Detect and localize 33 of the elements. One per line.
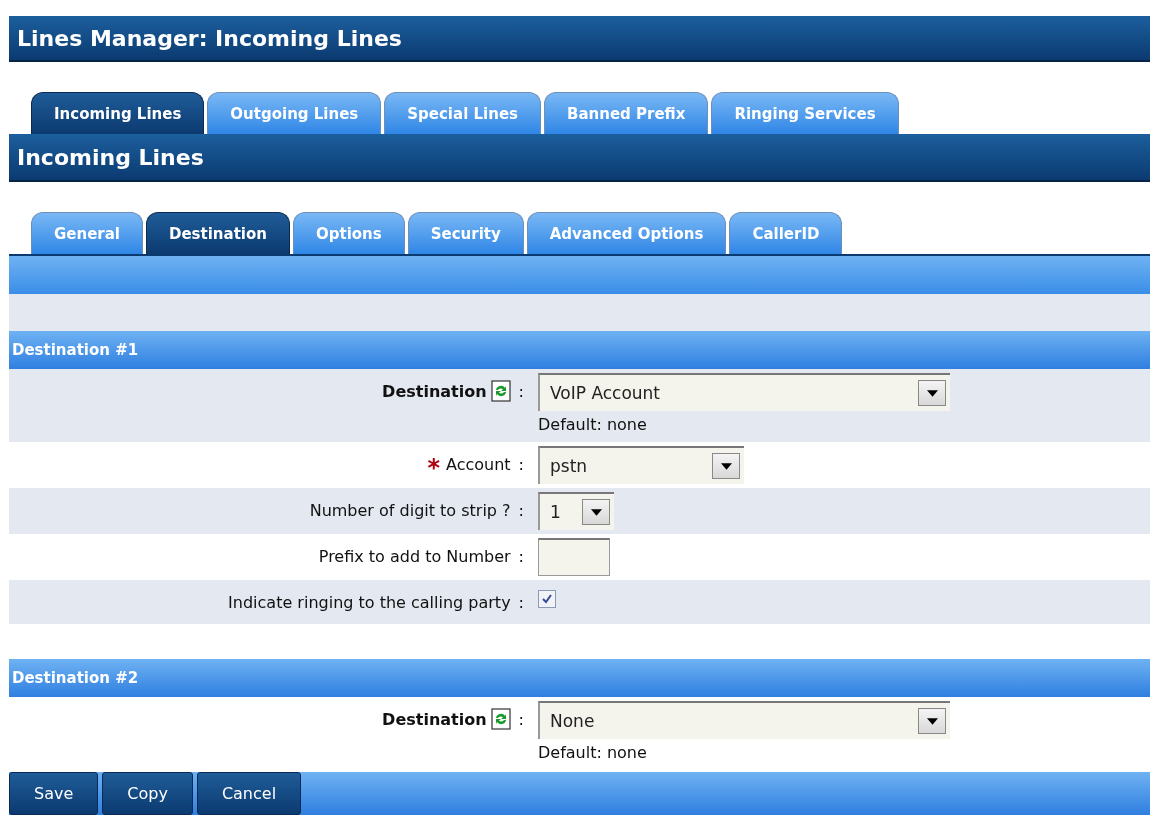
group-title: Destination #2	[12, 669, 139, 687]
check-icon	[541, 593, 553, 605]
label-colon: :	[518, 709, 524, 729]
label-colon: :	[518, 592, 524, 612]
required-mark: *	[427, 453, 440, 480]
label-colon: :	[518, 546, 524, 566]
section-title: Incoming Lines	[17, 144, 204, 170]
dropdown[interactable]: None	[538, 701, 950, 739]
default-hint: Default: none	[538, 742, 648, 764]
tab[interactable]: Destination	[146, 212, 290, 254]
page-title: Lines Manager: Incoming Lines	[17, 25, 402, 51]
field-label: Destination	[382, 381, 487, 401]
dropdown[interactable]: VoIP Account	[538, 373, 950, 411]
dropdown[interactable]: pstn	[538, 446, 744, 484]
default-hint: Default: none	[538, 414, 648, 436]
field-label: Account	[446, 454, 511, 474]
action-button[interactable]: Copy	[102, 772, 193, 815]
label-colon: :	[518, 454, 524, 474]
group-title: Destination #1	[12, 341, 139, 359]
field-label: Prefix to add to Number	[318, 546, 511, 566]
action-button[interactable]: Cancel	[196, 772, 302, 815]
input-field[interactable]	[538, 538, 610, 576]
field-label: Destination	[382, 709, 487, 729]
field-label: Number of digit to strip ?	[309, 500, 511, 520]
field-label: Indicate ringing to the calling party	[228, 592, 511, 612]
refresh-icon[interactable]	[490, 380, 511, 402]
refresh-icon[interactable]	[490, 708, 511, 730]
tab[interactable]: Incoming Lines	[31, 92, 205, 134]
dropdown[interactable]: 1	[538, 492, 614, 530]
checkbox[interactable]	[538, 590, 556, 608]
label-colon: :	[518, 500, 524, 520]
action-button[interactable]: Save	[9, 772, 99, 815]
label-colon: :	[518, 381, 524, 401]
